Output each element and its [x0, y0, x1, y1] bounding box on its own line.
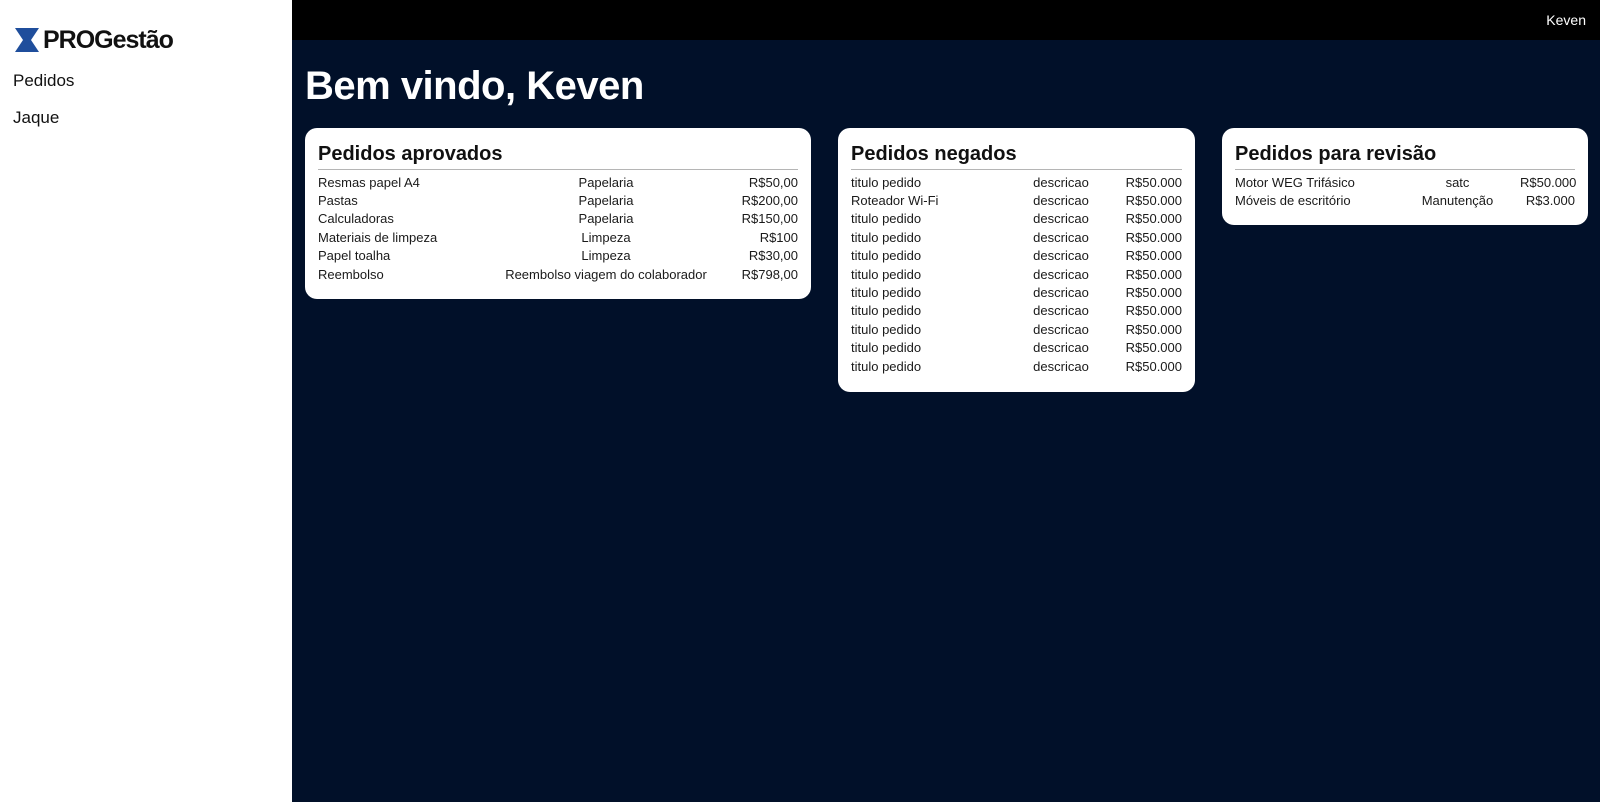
card-title: Pedidos para revisão [1235, 141, 1575, 170]
order-title: Materiais de limpeza [318, 229, 438, 245]
sidebar-nav: Pedidos Jaque [13, 70, 74, 144]
order-value: R$798,00 [741, 266, 798, 282]
order-description: descricao [1033, 285, 1089, 301]
order-value: R$50,00 [748, 174, 798, 190]
order-description: descricao [1033, 321, 1089, 337]
card-pedidos-revisao: Pedidos para revisão Motor WEG Trifásico… [1222, 128, 1588, 225]
user-name[interactable]: Keven [1546, 12, 1586, 28]
order-list: titulo pedido descricao R$50.000 Roteador W… [851, 170, 1182, 375]
order-title: Roteador Wi-Fi [851, 193, 939, 209]
order-value: R$50.000 [1520, 174, 1577, 190]
order-description: descricao [1033, 358, 1089, 374]
main-content: Keven Bem vindo, Keven Pedidos aprovados… [292, 0, 1600, 802]
order-value: R$50.000 [1125, 285, 1182, 301]
sidebar: PROGestão Pedidos Jaque [0, 0, 292, 802]
order-row[interactable]: Roteador Wi-Fi descricao R$50.000 [851, 191, 1182, 209]
order-value: R$50.000 [1125, 340, 1182, 356]
order-description: descricao [1033, 340, 1089, 356]
order-value: R$50.000 [1125, 211, 1182, 227]
order-list: Motor WEG Trifásico satc R$50.000 Móveis de… [1235, 170, 1577, 210]
order-row[interactable]: titulo pedido descricao R$50.000 [851, 265, 1182, 283]
card-title: Pedidos negados [851, 141, 1182, 170]
page-title: Bem vindo, Keven [305, 64, 644, 108]
order-row[interactable]: titulo pedido descricao R$50.000 [851, 339, 1182, 357]
order-title: Pastas [318, 193, 358, 209]
order-value: R$50.000 [1125, 321, 1182, 337]
order-title: titulo pedido [851, 358, 922, 374]
order-value: R$50.000 [1125, 358, 1182, 374]
card-title: Pedidos aprovados [318, 141, 798, 170]
order-description: descricao [1033, 266, 1089, 282]
order-row[interactable]: titulo pedido descricao R$50.000 [851, 210, 1182, 228]
order-description: Manutenção [1421, 193, 1494, 209]
order-title: Papel toalha [318, 248, 391, 264]
order-description: descricao [1033, 211, 1089, 227]
order-description: Papelaria [578, 193, 634, 209]
order-title: titulo pedido [851, 174, 922, 190]
order-row[interactable]: Papel toalha Limpeza R$30,00 [318, 247, 798, 265]
order-list: Resmas papel A4 Papelaria R$50,00 Pastas Pap… [318, 170, 798, 283]
brand-logo[interactable]: PROGestão [14, 26, 174, 54]
order-value: R$50.000 [1125, 229, 1182, 245]
order-description: descricao [1033, 303, 1089, 319]
order-description: Reembolso viagem do colaborador [505, 266, 707, 282]
order-row[interactable]: Motor WEG Trifásico satc R$50.000 [1235, 173, 1577, 191]
order-row[interactable]: titulo pedido descricao R$50.000 [851, 283, 1182, 301]
order-value: R$200,00 [741, 193, 798, 209]
order-title: Resmas papel A4 [318, 174, 420, 190]
order-title: titulo pedido [851, 321, 922, 337]
order-value: R$100 [759, 229, 798, 245]
order-row[interactable]: titulo pedido descricao R$50.000 [851, 173, 1182, 191]
order-row[interactable]: titulo pedido descricao R$50.000 [851, 247, 1182, 265]
top-bar: Keven [292, 0, 1600, 40]
card-pedidos-aprovados: Pedidos aprovados Resmas papel A4 Papelar… [305, 128, 811, 299]
order-row[interactable]: Calculadoras Papelaria R$150,00 [318, 210, 798, 228]
order-value: R$50.000 [1125, 266, 1182, 282]
order-title: Reembolso [318, 266, 384, 282]
order-title: Motor WEG Trifásico [1235, 174, 1355, 190]
order-row[interactable]: titulo pedido descricao R$50.000 [851, 320, 1182, 338]
order-row[interactable]: Materiais de limpeza Limpeza R$100 [318, 228, 798, 246]
order-value: R$50.000 [1125, 248, 1182, 264]
order-title: titulo pedido [851, 248, 922, 264]
order-description: Limpeza [581, 229, 631, 245]
hourglass-logo-icon [15, 28, 39, 52]
order-value: R$50.000 [1125, 174, 1182, 190]
order-value: R$30,00 [748, 248, 798, 264]
order-title: titulo pedido [851, 229, 922, 245]
order-description: descricao [1033, 193, 1089, 209]
order-description: satc [1445, 174, 1470, 190]
order-title: titulo pedido [851, 211, 922, 227]
order-description: Papelaria [578, 211, 634, 227]
brand-name: PROGestão [43, 26, 174, 54]
sidebar-item-pedidos[interactable]: Pedidos [13, 70, 74, 107]
order-description: Papelaria [578, 174, 634, 190]
order-title: Móveis de escritório [1235, 193, 1351, 209]
order-value: R$50.000 [1125, 193, 1182, 209]
order-row[interactable]: Reembolso Reembolso viagem do colaborador… [318, 265, 798, 283]
order-description: descricao [1033, 229, 1089, 245]
order-value: R$3.000 [1525, 193, 1575, 209]
order-value: R$150,00 [741, 211, 798, 227]
order-row[interactable]: titulo pedido descricao R$50.000 [851, 357, 1182, 375]
order-row[interactable]: Pastas Papelaria R$200,00 [318, 191, 798, 209]
order-title: titulo pedido [851, 303, 922, 319]
sidebar-item-jaque[interactable]: Jaque [13, 107, 74, 144]
order-row[interactable]: titulo pedido descricao R$50.000 [851, 302, 1182, 320]
order-description: Limpeza [581, 248, 631, 264]
order-title: titulo pedido [851, 285, 922, 301]
order-value: R$50.000 [1125, 303, 1182, 319]
order-row[interactable]: Móveis de escritório Manutenção R$3.000 [1235, 191, 1575, 209]
order-title: titulo pedido [851, 340, 922, 356]
order-description: descricao [1033, 248, 1089, 264]
order-description: descricao [1033, 174, 1089, 190]
order-row[interactable]: Resmas papel A4 Papelaria R$50,00 [318, 173, 798, 191]
card-pedidos-negados: Pedidos negados titulo pedido descricao R$… [838, 128, 1195, 392]
order-title: titulo pedido [851, 266, 922, 282]
order-row[interactable]: titulo pedido descricao R$50.000 [851, 228, 1182, 246]
order-title: Calculadoras [318, 211, 394, 227]
